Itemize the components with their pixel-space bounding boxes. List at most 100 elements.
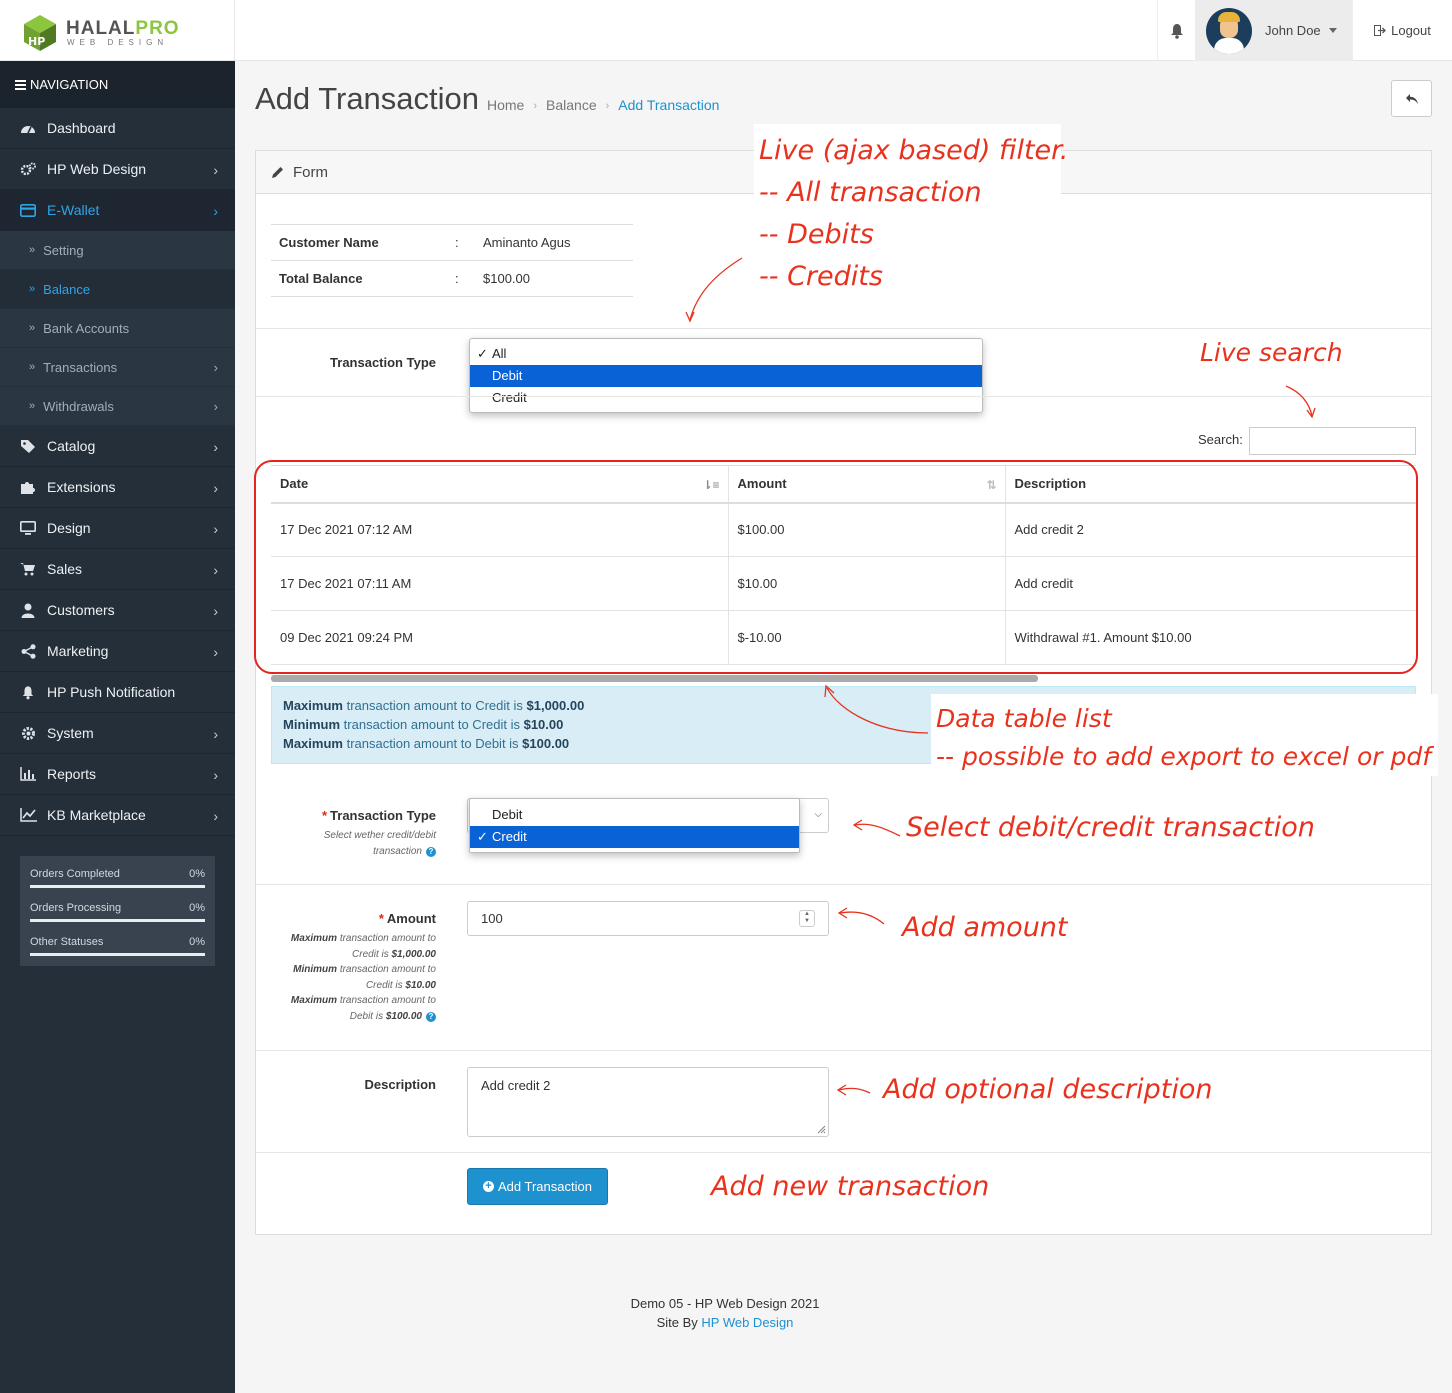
sidebar-item-label: HP Web Design: [47, 161, 147, 177]
filter-option-debit[interactable]: Debit: [470, 365, 982, 387]
sidebar-item-hp-push-notification[interactable]: HP Push Notification: [0, 672, 235, 713]
bars-icon: [15, 79, 26, 90]
sidebar-subitem-bank-accounts[interactable]: » Bank Accounts: [0, 309, 235, 348]
navigation-title: NAVIGATION: [0, 61, 235, 108]
form-panel: Form Customer Name : Aminanto Agus Total…: [254, 150, 1432, 1235]
sidebar-item-design[interactable]: Design ›: [0, 508, 235, 549]
logout-label: Logout: [1391, 23, 1431, 38]
chevron-right-icon: ›: [213, 162, 218, 178]
annotation-submit: Add new transaction: [711, 1171, 990, 1202]
sidebar-item-label: E-Wallet: [47, 202, 100, 218]
footer-link[interactable]: HP Web Design: [701, 1315, 793, 1330]
sidebar-item-marketing[interactable]: Marketing ›: [0, 631, 235, 672]
breadcrumb-balance[interactable]: Balance: [546, 97, 597, 115]
caret-down-icon: [1328, 28, 1337, 33]
chevron-right-icon: ›: [213, 399, 218, 414]
chevron-right-icon: ›: [213, 562, 218, 578]
monitor-icon: [19, 520, 37, 536]
search-input[interactable]: [1249, 427, 1416, 455]
transaction-type-help: Select wether credit/debit transaction?: [323, 830, 436, 857]
sidebar: NAVIGATION Dashboard HP Web Design › E-W…: [0, 61, 235, 1393]
chevron-right-icon: ›: [213, 521, 218, 537]
question-icon: ?: [426, 1011, 436, 1022]
add-transaction-button[interactable]: + Add Transaction: [467, 1168, 608, 1205]
sidebar-subitem-setting[interactable]: » Setting: [0, 231, 235, 270]
sidebar-item-label: HP Push Notification: [47, 684, 176, 700]
sidebar-item-label: Design: [47, 520, 91, 536]
stat-other-statuses: Other Statuses 0%: [30, 936, 205, 948]
panel-title: Form: [293, 163, 328, 181]
resize-grip-icon[interactable]: [816, 1124, 826, 1134]
breadcrumb-current[interactable]: Add Transaction: [618, 97, 719, 115]
sidebar-item-catalog[interactable]: Catalog ›: [0, 426, 235, 467]
logo[interactable]: HP HALALPRO WEB DESIGN: [0, 0, 235, 61]
check-icon: ✓: [477, 346, 488, 361]
logo-wordmark: HALALPRO: [66, 18, 180, 39]
gear-icon: [19, 725, 37, 741]
table-row: Total Balance : $100.00: [271, 260, 633, 297]
breadcrumb-separator: ›: [605, 100, 610, 112]
annotation-amount: Add amount: [902, 912, 1068, 943]
logout-button[interactable]: Logout: [1352, 0, 1452, 61]
sidebar-subitem-withdrawals[interactable]: » Withdrawals ›: [0, 387, 235, 426]
annotation-search: Live search: [1200, 338, 1343, 367]
sidebar-item-extensions[interactable]: Extensions ›: [0, 467, 235, 508]
filter-option-all[interactable]: ✓ All: [470, 343, 982, 365]
footer: Demo 05 - HP Web Design 2021 Site By HP …: [630, 1296, 820, 1330]
description-textarea[interactable]: Add credit 2: [467, 1067, 829, 1137]
sidebar-item-customers[interactable]: Customers ›: [0, 590, 235, 631]
filter-type-label: Transaction Type: [330, 355, 436, 370]
stat-orders-completed: Orders Completed 0%: [30, 868, 205, 880]
transaction-type-label: * Transaction Type: [321, 808, 436, 823]
order-stats-box: Orders Completed 0% Orders Processing 0% O…: [20, 856, 215, 966]
user-menu[interactable]: John Doe: [1195, 0, 1352, 61]
sidebar-subitem-transactions[interactable]: » Transactions ›: [0, 348, 235, 387]
progress-bar: [30, 919, 205, 922]
check-icon: ✓: [477, 829, 488, 844]
sidebar-item-hp-web-design[interactable]: HP Web Design ›: [0, 149, 235, 190]
top-header: HP HALALPRO WEB DESIGN John Doe Logout: [0, 0, 1452, 61]
chevron-down-icon: ⌵: [814, 809, 822, 820]
user-name: John Doe: [1265, 23, 1321, 38]
annotation-filter: Live (ajax based) filter. -- All transac…: [759, 135, 1069, 292]
sidebar-item-kb-marketplace[interactable]: KB Marketplace ›: [0, 795, 235, 836]
plus-circle-icon: +: [483, 1181, 495, 1192]
notifications-button[interactable]: [1157, 0, 1195, 61]
sidebar-item-e-wallet[interactable]: E-Wallet ›: [0, 190, 235, 231]
table-highlight-ring: [254, 460, 1418, 674]
filter-type-dropdown[interactable]: ✓ All Debit Credit: [469, 338, 983, 413]
amount-input[interactable]: 100 ▲ ▼: [467, 901, 829, 936]
type-option-debit[interactable]: Debit: [470, 804, 799, 826]
number-spinner[interactable]: ▲ ▼: [799, 910, 815, 927]
sidebar-item-label: KB Marketplace: [47, 807, 146, 823]
sign-out-icon: [1374, 25, 1387, 36]
sidebar-item-reports[interactable]: Reports ›: [0, 754, 235, 795]
share-icon: [19, 643, 37, 659]
sidebar-subitem-balance[interactable]: » Balance: [0, 270, 235, 309]
chevron-right-icon: ›: [213, 726, 218, 742]
sidebar-item-label: Extensions: [47, 479, 116, 495]
chevron-right-icon: ›: [213, 808, 218, 824]
filter-option-credit[interactable]: Credit: [470, 387, 982, 409]
question-icon: ?: [426, 846, 436, 857]
double-angle-right-icon: »: [29, 244, 36, 256]
credit-card-icon: [19, 202, 37, 218]
sidebar-item-label: Catalog: [47, 438, 96, 454]
transaction-type-dropdown[interactable]: Debit ✓ Credit: [469, 798, 800, 853]
chevron-right-icon: ›: [213, 767, 218, 783]
double-angle-right-icon: »: [29, 283, 36, 295]
breadcrumb-home[interactable]: Home: [487, 97, 524, 115]
type-option-credit[interactable]: ✓ Credit: [470, 826, 799, 848]
horizontal-scrollbar[interactable]: [271, 675, 1038, 682]
stat-orders-processing: Orders Processing 0%: [30, 902, 205, 914]
breadcrumb-separator: ›: [533, 100, 538, 112]
sidebar-item-system[interactable]: System ›: [0, 713, 235, 754]
table-row: Customer Name : Aminanto Agus: [271, 224, 633, 261]
sidebar-item-sales[interactable]: Sales ›: [0, 549, 235, 590]
annotation-select: Select debit/credit transaction: [906, 812, 1315, 843]
sidebar-item-dashboard[interactable]: Dashboard: [0, 108, 235, 149]
sidebar-item-label: System: [47, 725, 94, 741]
chevron-right-icon: ›: [213, 203, 218, 219]
cogs-icon: [19, 161, 37, 177]
back-button[interactable]: [1391, 80, 1432, 117]
